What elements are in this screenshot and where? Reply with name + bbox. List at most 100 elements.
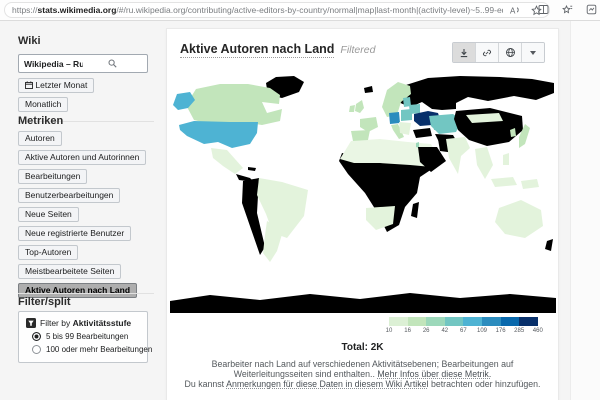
- more-options-button[interactable]: [522, 43, 544, 62]
- legend-segment: [445, 317, 464, 326]
- metric-button[interactable]: Autoren: [18, 131, 62, 146]
- metric-button-list: Autoren Aktive Autoren und Autorinnen Bear…: [18, 131, 146, 298]
- sidebar-divider-2: [18, 293, 154, 294]
- country-philippines[interactable]: [503, 153, 509, 165]
- metric-button[interactable]: Neue registrierte Benutzer: [18, 226, 131, 241]
- sidebar: Wiki Wikipedia – Russian Letzter Monat M…: [18, 21, 160, 400]
- legend-tick: 67: [460, 328, 467, 334]
- legend-tick: 109: [477, 328, 487, 334]
- map-legend: 1016264267109176285460: [389, 317, 538, 339]
- time-range-button[interactable]: Letzter Monat: [18, 78, 94, 93]
- filter-option-label: 100 oder mehr Bearbeitungen: [46, 345, 152, 354]
- country-australia[interactable]: [495, 200, 543, 238]
- metric-button[interactable]: Top-Autoren: [18, 245, 78, 260]
- country-seasia[interactable]: [475, 147, 493, 179]
- metric-detail-card: Aktive Autoren nach Land Filtered: [166, 28, 559, 400]
- country-ireland[interactable]: [349, 105, 355, 112]
- metrics-section-heading: Metriken: [18, 115, 63, 127]
- metric-description: Bearbeiter nach Land auf verschiedenen A…: [179, 359, 546, 389]
- country-antarctica: [170, 293, 556, 313]
- annotation-text-1: Du kannst: [185, 379, 227, 389]
- legend-tick: 42: [441, 328, 448, 334]
- monthly-button[interactable]: Monatlich: [18, 97, 68, 112]
- total-count: Total: 2K: [167, 342, 558, 353]
- country-nz: [545, 239, 553, 251]
- address-bar-input[interactable]: https://stats.wikimedia.org/#/ru.wikiped…: [4, 2, 550, 18]
- metric-button[interactable]: Neue Seiten: [18, 207, 79, 222]
- country-belarus[interactable]: [409, 104, 420, 114]
- browser-window: https://stats.wikimedia.org/#/ru.wikiped…: [0, 0, 600, 400]
- filter-option[interactable]: 5 bis 99 Bearbeitungen: [32, 332, 143, 341]
- legend-segment: [501, 317, 520, 326]
- country-iceland: [364, 86, 373, 93]
- browser-address-bar: https://stats.wikimedia.org/#/ru.wikiped…: [0, 0, 600, 21]
- country-uk[interactable]: [355, 100, 364, 113]
- download-button[interactable]: [453, 43, 476, 62]
- legend-tick-labels: 1016264267109176285460: [389, 328, 538, 336]
- legend-tick: 460: [533, 328, 543, 334]
- country-turkey: [413, 128, 432, 138]
- country-iberia[interactable]: [351, 130, 370, 141]
- legend-color-bar: [389, 317, 538, 326]
- metric-button[interactable]: Aktive Autoren und Autorinnen: [18, 150, 146, 165]
- chevron-down-icon: [530, 51, 536, 55]
- metric-button[interactable]: Meistbearbeitete Seiten: [18, 264, 121, 279]
- country-canada[interactable]: [186, 84, 282, 126]
- country-france[interactable]: [360, 117, 378, 132]
- country-indonesia1[interactable]: [491, 177, 517, 187]
- world-map[interactable]: [170, 75, 556, 313]
- radio-selected-icon[interactable]: [32, 332, 41, 341]
- legend-segment: [389, 317, 408, 326]
- annotation-text-2: betrachten oder hinzufügen.: [429, 379, 541, 389]
- filter-label: Filter by Aktivitätsstufe: [40, 318, 131, 328]
- wiki-section-heading: Wiki: [18, 35, 41, 47]
- permalink-button[interactable]: [476, 43, 499, 62]
- country-india[interactable]: [446, 137, 470, 174]
- filtered-badge: Filtered: [340, 44, 375, 56]
- split-screen-icon[interactable]: [538, 4, 549, 15]
- annotations-link[interactable]: Anmerkungen für diese Daten in diesem Wi…: [226, 379, 428, 389]
- country-madagascar: [411, 202, 419, 218]
- legend-tick: 285: [514, 328, 524, 334]
- country-usa[interactable]: [179, 121, 258, 148]
- calendar-icon: [25, 81, 33, 89]
- country-germany[interactable]: [389, 112, 400, 124]
- wiki-search-input[interactable]: Wikipedia – Russian: [18, 54, 148, 73]
- wiki-search-value: Wikipedia – Russian: [24, 59, 83, 69]
- read-aloud-icon[interactable]: A: [509, 5, 520, 16]
- country-mexico[interactable]: [211, 148, 243, 174]
- metric-button[interactable]: Benutzerbearbeitungen: [18, 188, 120, 203]
- wikistats-app: Wiki Wikipedia – Russian Letzter Monat M…: [0, 21, 600, 400]
- legend-segment: [519, 317, 538, 326]
- radio-unselected-icon[interactable]: [32, 345, 41, 354]
- legend-segment: [482, 317, 501, 326]
- filter-option[interactable]: 100 oder mehr Bearbeitungen: [32, 345, 143, 354]
- legend-segment: [463, 317, 482, 326]
- filter-options: 5 bis 99 Bearbeitungen 100 oder mehr Bear…: [26, 332, 143, 354]
- legend-tick: 10: [386, 328, 393, 334]
- browser-essentials-icon[interactable]: [586, 4, 597, 15]
- country-brazil[interactable]: [257, 178, 308, 238]
- search-icon: [83, 59, 142, 68]
- time-range-label: Letzter Monat: [35, 80, 87, 90]
- metric-button[interactable]: Bearbeitungen: [18, 169, 87, 184]
- country-balkans[interactable]: [399, 122, 411, 135]
- country-cuba: [248, 167, 256, 171]
- legend-segment: [408, 317, 427, 326]
- legend-tick: 176: [496, 328, 506, 334]
- metric-info-link[interactable]: Mehr Infos über diese Metrik.: [377, 369, 491, 379]
- legend-tick: 16: [404, 328, 411, 334]
- page-scrollbar[interactable]: [570, 21, 600, 400]
- filter-icon: [26, 318, 36, 328]
- favorites-icon[interactable]: [562, 4, 573, 15]
- country-indonesia2[interactable]: [521, 179, 539, 189]
- wiki-globe-button[interactable]: [499, 43, 522, 62]
- page-title[interactable]: Aktive Autoren nach Land: [180, 42, 334, 58]
- chart-toolbar: [452, 42, 545, 63]
- legend-segment: [426, 317, 445, 326]
- page-url: https://stats.wikimedia.org/#/ru.wikiped…: [12, 5, 503, 15]
- filter-split-heading: Filter/split: [18, 296, 71, 308]
- activity-filter-card: Filter by Aktivitätsstufe 5 bis 99 Bearb…: [18, 311, 148, 363]
- svg-text:A: A: [510, 6, 516, 15]
- filter-option-label: 5 bis 99 Bearbeitungen: [46, 332, 128, 341]
